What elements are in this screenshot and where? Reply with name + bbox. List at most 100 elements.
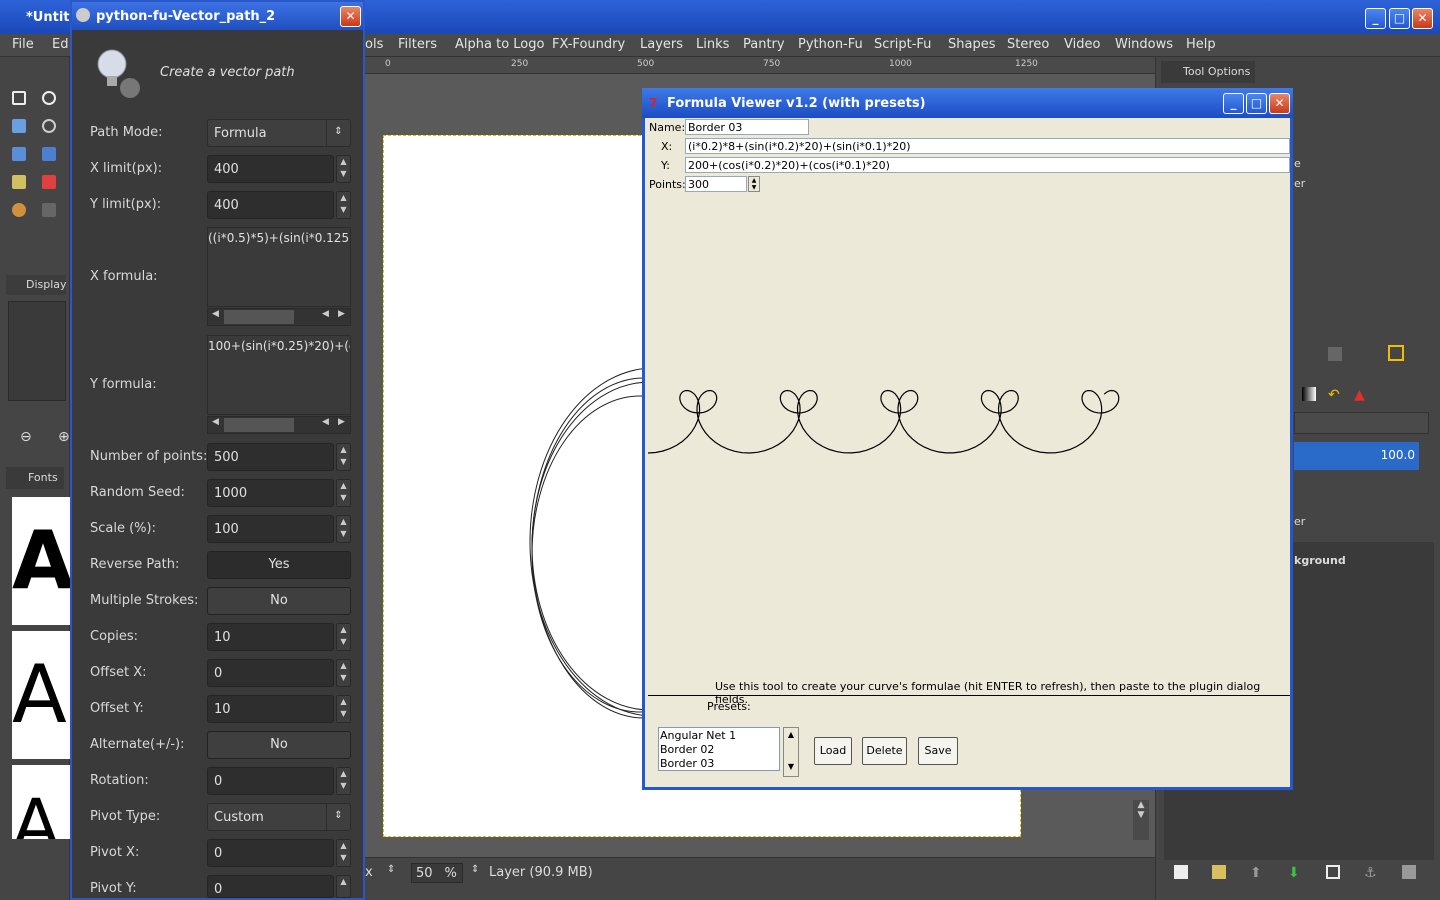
new-layer-icon[interactable]	[1174, 865, 1188, 879]
preset-item[interactable]: Angular Net 1	[660, 729, 736, 742]
gimp-close-button[interactable]: ✕	[1412, 8, 1433, 29]
zoom-combo-arrows[interactable]: ⇕	[471, 864, 479, 875]
fv-points-spinner[interactable]: ▲ ▼	[748, 176, 760, 192]
fv-close-button[interactable]: ✕	[1269, 93, 1290, 114]
zoom-in-icon[interactable]: ⊕	[58, 429, 70, 445]
reverse-path-toggle[interactable]: Yes	[207, 551, 351, 579]
zoom-field[interactable]: 50%	[411, 863, 463, 883]
undo-icon[interactable]: ↶	[1328, 387, 1342, 403]
copies-input[interactable]: 10	[207, 623, 334, 651]
alternate-toggle[interactable]: No	[207, 731, 351, 759]
perspective-icon[interactable]	[42, 147, 56, 161]
ellipse-select-icon[interactable]	[42, 91, 56, 105]
fv-load-button[interactable]: Load	[814, 737, 852, 765]
menu-help[interactable]: Help	[1186, 37, 1216, 52]
rotation-spinner[interactable]: ▲ ▼	[336, 767, 351, 795]
pivot-type-combo[interactable]: Custom ⇕	[207, 803, 351, 831]
duplicate-layer-icon[interactable]	[1326, 865, 1340, 879]
fv-x-formula-input[interactable]: (i*0.2)*8+(sin(i*0.2)*20)+(sin(i*0.1)*20…	[685, 138, 1290, 154]
preset-item[interactable]: Border 02	[660, 743, 714, 756]
y-formula-textarea[interactable]: 100+(sin(i*0.25)*20)+(c	[207, 335, 351, 415]
menu-links[interactable]: Links	[696, 37, 729, 52]
multiple-strokes-toggle[interactable]: No	[207, 587, 351, 615]
menu-video[interactable]: Video	[1064, 37, 1100, 52]
fonts-tab[interactable]: Fonts	[6, 467, 64, 489]
menu-windows[interactable]: Windows	[1115, 37, 1173, 52]
vertical-scroll-arrows[interactable]: ▲ ▼	[1133, 800, 1149, 840]
anchor-icon[interactable]: ⚓	[1364, 865, 1378, 881]
gradient-icon[interactable]	[1302, 387, 1316, 401]
magnify-icon[interactable]	[42, 119, 56, 133]
font-preview-2[interactable]: A	[12, 631, 70, 759]
layer-name-background[interactable]: kground	[1294, 554, 1346, 567]
delete-layer-icon[interactable]	[1402, 865, 1416, 879]
fv-presets-scrollbar[interactable]: ▲ ▼	[783, 727, 799, 777]
open-icon[interactable]	[1212, 865, 1226, 879]
menu-pantry[interactable]: Pantry	[743, 37, 785, 52]
fv-maximize-button[interactable]: □	[1246, 93, 1267, 114]
raise-layer-icon[interactable]: ⬆	[1250, 865, 1264, 881]
plugin-close-button[interactable]: ✕	[340, 6, 361, 27]
scale-input[interactable]: 100	[207, 515, 334, 543]
unit-combo-arrows[interactable]: ⇕	[387, 864, 395, 875]
pivot-x-input[interactable]: 0	[207, 839, 334, 867]
mode-combo[interactable]	[1294, 412, 1429, 434]
menu-fx-foundry[interactable]: FX-Foundry	[552, 37, 625, 52]
menu-stereo[interactable]: Stereo	[1007, 37, 1049, 52]
menu-layers[interactable]: Layers	[640, 37, 683, 52]
offset-x-spinner[interactable]: ▲ ▼	[336, 659, 351, 687]
path-mode-combo[interactable]: Formula ⇕	[207, 119, 351, 147]
pivot-x-spinner[interactable]: ▲ ▼	[336, 839, 351, 867]
trash-icon[interactable]	[1328, 347, 1342, 361]
lower-layer-icon[interactable]: ⬇	[1288, 865, 1302, 881]
menu-file[interactable]: File	[12, 37, 34, 52]
warning-icon[interactable]: ▲	[1354, 387, 1368, 403]
pivot-y-input[interactable]: 0	[207, 875, 334, 898]
fv-y-formula-input[interactable]: 200+(cos(i*0.2)*20)+(cos(i*0.1)*20)	[685, 157, 1290, 173]
fv-name-input[interactable]: Border 03	[685, 119, 809, 135]
menu-shapes[interactable]: Shapes	[948, 37, 995, 52]
font-preview-3[interactable]: A	[12, 765, 70, 839]
y-limit-input[interactable]: 400	[207, 191, 334, 219]
pencil-icon[interactable]	[12, 175, 26, 189]
fv-presets-list[interactable]: Angular Net 1 Border 02 Border 03	[658, 727, 780, 771]
tool-options-tab[interactable]: Tool Options	[1161, 61, 1255, 83]
x-limit-spinner[interactable]: ▲ ▼	[336, 155, 351, 183]
random-seed-input[interactable]: 1000	[207, 479, 334, 507]
fv-delete-button[interactable]: Delete	[862, 737, 907, 765]
menu-edit[interactable]: Ed	[52, 37, 68, 52]
y-formula-scrollbar[interactable]: ◀ ◀ ▶	[207, 416, 351, 434]
random-seed-spinner[interactable]: ▲ ▼	[336, 479, 351, 507]
fv-minimize-button[interactable]: _	[1223, 93, 1244, 114]
reset-icon[interactable]	[1388, 345, 1404, 361]
copies-spinner[interactable]: ▲ ▼	[336, 623, 351, 651]
zoom-out-icon[interactable]: ⊖	[20, 429, 32, 445]
offset-y-input[interactable]: 10	[207, 695, 334, 723]
rect-select-icon[interactable]	[12, 91, 26, 105]
num-points-input[interactable]: 500	[207, 443, 334, 471]
offset-x-input[interactable]: 0	[207, 659, 334, 687]
menu-script-fu[interactable]: Script-Fu	[874, 37, 931, 52]
rotation-input[interactable]: 0	[207, 767, 334, 795]
smudge-icon[interactable]	[12, 203, 26, 217]
x-formula-scrollbar[interactable]: ◀ ◀ ▶	[207, 308, 351, 326]
fv-save-button[interactable]: Save	[918, 737, 958, 765]
offset-y-spinner[interactable]: ▲ ▼	[336, 695, 351, 723]
free-select-icon[interactable]	[12, 119, 26, 133]
scale-spinner[interactable]: ▲ ▼	[336, 515, 351, 543]
menu-python-fu[interactable]: Python-Fu	[798, 37, 863, 52]
num-points-spinner[interactable]: ▲ ▼	[336, 443, 351, 471]
display-tab[interactable]: Display	[6, 275, 67, 295]
eraser-icon[interactable]	[42, 175, 56, 189]
x-formula-textarea[interactable]: ((i*0.5)*5)+(sin(i*0.125)	[207, 227, 351, 307]
gimp-maximize-button[interactable]: □	[1389, 8, 1410, 29]
opacity-slider[interactable]: 100.0	[1294, 442, 1419, 470]
fv-points-input[interactable]: 300	[685, 176, 747, 192]
pivot-y-spinner[interactable]: ▲	[336, 875, 351, 898]
menu-filters[interactable]: Filters	[398, 37, 437, 52]
menu-tools[interactable]: ols	[365, 37, 383, 52]
y-limit-spinner[interactable]: ▲ ▼	[336, 191, 351, 219]
dodge-icon[interactable]	[42, 203, 56, 217]
font-preview-1[interactable]: A	[12, 497, 70, 625]
scale-icon[interactable]	[12, 147, 26, 161]
